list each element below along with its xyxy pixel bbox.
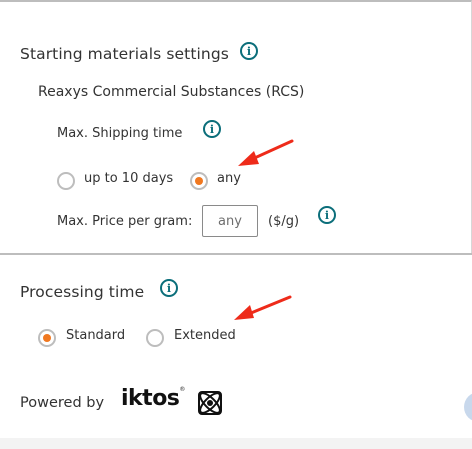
info-icon[interactable]: i xyxy=(318,206,336,224)
info-icon[interactable]: i xyxy=(203,120,221,138)
max-shipping-time-label: Max. Shipping time xyxy=(57,126,183,141)
radio-label-up-to-10-days[interactable]: up to 10 days xyxy=(84,171,173,186)
rcs-subtitle: Reaxys Commercial Substances (RCS) xyxy=(38,84,305,100)
atom-logo-icon xyxy=(198,391,222,415)
annotation-arrow xyxy=(238,139,294,166)
iktos-logo: iktos ® xyxy=(121,386,185,411)
annotation-arrow xyxy=(234,295,292,320)
processing-time-section: Processing time i Standard Extended Powe… xyxy=(0,253,472,438)
radio-label-extended[interactable]: Extended xyxy=(174,328,236,343)
max-price-label: Max. Price per gram: xyxy=(57,214,193,229)
section-title-starting-materials: Starting materials settings xyxy=(20,45,229,63)
info-icon[interactable]: i xyxy=(160,279,178,297)
section-title-processing-time: Processing time xyxy=(20,283,145,301)
price-unit-label: ($/g) xyxy=(268,214,300,229)
radio-up-to-10-days[interactable] xyxy=(57,172,75,190)
info-icon[interactable]: i xyxy=(240,42,258,60)
iktos-wordmark: iktos xyxy=(121,386,180,411)
powered-by-label: Powered by xyxy=(20,395,105,411)
starting-materials-section: Starting materials settings i Reaxys Com… xyxy=(0,0,472,253)
radio-label-any[interactable]: any xyxy=(217,171,241,186)
radio-extended[interactable] xyxy=(146,329,164,347)
radio-label-standard[interactable]: Standard xyxy=(66,328,125,343)
trademark-symbol: ® xyxy=(179,386,186,393)
radio-standard[interactable] xyxy=(38,329,56,347)
radio-any[interactable] xyxy=(190,172,208,190)
max-price-input[interactable] xyxy=(202,205,258,237)
